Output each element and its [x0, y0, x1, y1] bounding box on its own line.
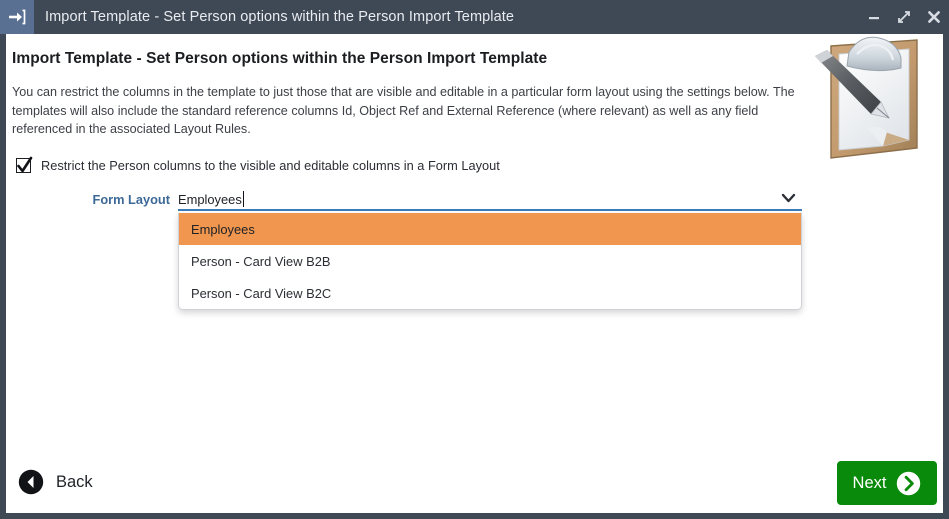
minimize-icon[interactable] — [859, 0, 889, 34]
window-title: Import Template - Set Person options wit… — [45, 9, 515, 25]
page-title: Import Template - Set Person options wit… — [12, 50, 548, 67]
dialog-content: Import Template - Set Person options wit… — [6, 34, 943, 513]
window-controls — [859, 0, 949, 34]
next-button[interactable]: Next — [837, 461, 937, 505]
dialog-footer: Back Next — [6, 455, 943, 513]
circle-chevron-left-icon — [18, 469, 44, 495]
clipboard-with-pen-icon — [805, 36, 927, 168]
restrict-columns-label: Restrict the Person columns to the visib… — [41, 158, 500, 173]
form-layout-dropdown[interactable]: Employees Person - Card View B2B Person … — [178, 213, 802, 310]
checkmark-icon — [17, 156, 33, 173]
circle-chevron-right-icon — [896, 471, 921, 496]
close-icon[interactable] — [919, 0, 949, 34]
dropdown-option-person-card-view-b2b[interactable]: Person - Card View B2B — [179, 245, 801, 277]
chevron-down-icon[interactable] — [781, 192, 796, 204]
import-template-dialog: Import Template - Set Person options wit… — [0, 0, 949, 519]
restrict-columns-checkbox-row[interactable]: Restrict the Person columns to the visib… — [16, 156, 500, 173]
form-layout-label: Form Layout — [92, 192, 171, 207]
title-bar: Import Template - Set Person options wit… — [0, 0, 949, 34]
dropdown-option-label: Employees — [191, 221, 255, 237]
dropdown-option-label: Person - Card View B2B — [191, 253, 331, 269]
intro-text: You can restrict the columns in the temp… — [12, 85, 795, 136]
form-layout-row: Form Layout Employees Person - Card View… — [6, 190, 943, 310]
back-button-label: Back — [56, 472, 93, 491]
dropdown-option-employees[interactable]: Employees — [179, 213, 801, 245]
import-arrow-icon — [0, 0, 34, 34]
dropdown-option-label: Person - Card View B2C — [191, 285, 332, 301]
next-button-label: Next — [852, 473, 887, 492]
form-layout-input[interactable] — [178, 190, 802, 211]
dropdown-option-person-card-view-b2c[interactable]: Person - Card View B2C — [179, 277, 801, 309]
maximize-icon[interactable] — [889, 0, 919, 34]
back-button[interactable]: Back — [18, 469, 93, 495]
form-layout-combobox[interactable]: Employees Person - Card View B2B Person … — [178, 190, 802, 310]
restrict-columns-checkbox[interactable] — [16, 156, 33, 173]
text-caret — [243, 191, 244, 207]
